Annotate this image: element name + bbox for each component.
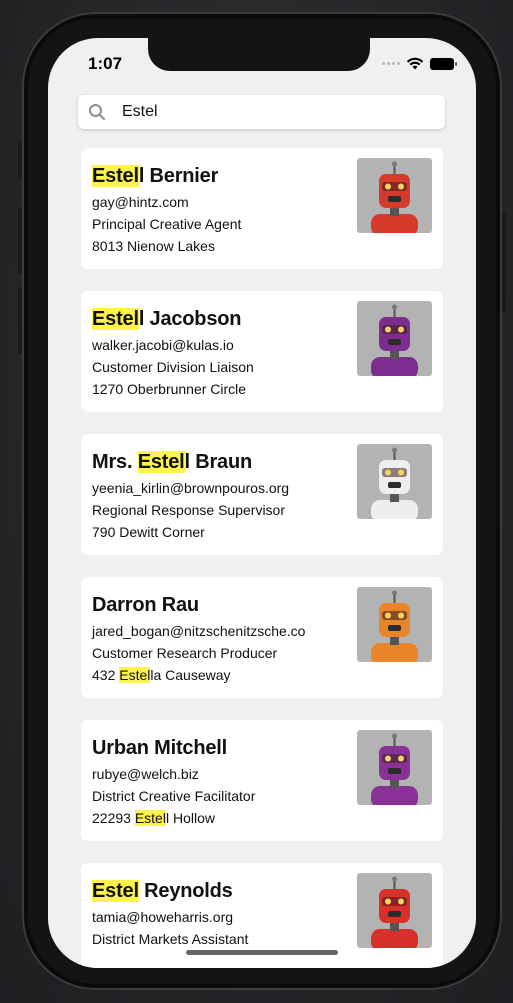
contact-list: Estell Bernier gay@hintz.com Principal C… [81,148,443,968]
contact-text: l Bernier [138,165,219,187]
contact-address: 8013 Nienow Lakes [92,235,241,257]
contact-card[interactable]: Urban Mitchell rubye@welch.biz District … [81,720,443,841]
search-match-highlight: Estel [119,667,151,683]
contact-card[interactable]: Darron Rau jared_bogan@nitzschenitzsche.… [81,577,443,698]
contact-job-title: District Markets Assistant [92,928,248,950]
contact-card[interactable]: Estell Jacobson walker.jacobi@kulas.io C… [81,291,443,412]
contact-text: la Causeway [150,667,231,683]
contact-name: Urban Mitchell [92,734,255,763]
contact-text: 1270 Oberbrunner Circle [92,381,247,397]
orange-robot-icon [371,590,418,662]
contact-text: Principal Creative Agent [92,216,242,232]
purple-robot-icon [371,733,418,805]
contact-text: Darron Rau [92,594,199,616]
search-match-highlight: Estel [134,810,166,826]
contact-avatar [357,444,432,519]
contact-text: gay@hintz.com [92,194,189,210]
contact-text: Regional Response Supervisor [92,502,285,518]
contact-text: 790 Dewitt Corner [92,524,205,540]
white-robot-icon [371,447,418,519]
contact-avatar [357,301,432,376]
cellular-signal-icon [382,62,400,65]
contact-text: Urban Mitchell [92,737,227,759]
contact-text: Customer Research Producer [92,645,278,661]
contact-name: Estel Reynolds [92,877,248,906]
contact-text: 22293 [92,810,135,826]
contact-email: jared_bogan@nitzschenitzsche.co [92,620,305,642]
search-icon [89,104,105,120]
contact-name: Mrs. Estell Braun [92,448,289,477]
contact-text: l Braun [184,451,253,473]
contact-text: Mrs. [92,451,138,473]
contact-address: 1270 Oberbrunner Circle [92,378,254,400]
power-button [502,212,506,312]
status-time: 1:07 [88,54,123,73]
contact-address: 22293 Estell Hollow [92,807,255,829]
contact-email: tamia@howeharris.org [92,906,248,928]
contact-text: jared_bogan@nitzschenitzsche.co [92,623,306,639]
contact-card[interactable]: Mrs. Estell Braun yeenia_kirlin@brownpou… [81,434,443,555]
contact-avatar [357,587,432,662]
status-icons [382,57,457,70]
contact-email: yeenia_kirlin@brownpouros.org [92,477,289,499]
contact-avatar [357,730,432,805]
contact-job-title: Regional Response Supervisor [92,499,289,521]
search-input[interactable] [122,103,422,121]
volume-down-button [18,288,22,354]
contact-address: 432 Estella Causeway [92,664,305,686]
mute-switch [18,142,22,178]
search-match-highlight: Estel [92,308,139,330]
contact-text: yeenia_kirlin@brownpouros.org [92,480,290,496]
contact-text: 432 [92,667,120,683]
contact-job-title: Customer Division Liaison [92,356,254,378]
contact-name: Darron Rau [92,591,305,620]
contact-job-title: District Creative Facilitator [92,785,255,807]
search-match-highlight: Estel [137,451,185,473]
app-screen: 1:07 Estell Bernier gay@hintz.com Princi… [48,38,476,968]
contact-address: 790 Dewitt Corner [92,521,289,543]
contact-email: gay@hintz.com [92,191,241,213]
contact-email: rubye@welch.biz [92,763,255,785]
search-match-highlight: Estel [92,165,139,187]
contact-text: l Hollow [165,810,215,826]
contact-text: rubye@welch.biz [92,766,199,782]
contact-text: l Jacobson [138,308,242,330]
contact-card[interactable]: Estell Bernier gay@hintz.com Principal C… [81,148,443,269]
wifi-icon [406,57,424,70]
purple-robot-icon [371,304,418,376]
contact-text: 8013 Nienow Lakes [92,238,215,254]
contact-name: Estell Bernier [92,162,241,191]
volume-up-button [18,208,22,274]
contact-job-title: Principal Creative Agent [92,213,241,235]
home-indicator [186,950,338,955]
battery-icon [430,57,457,70]
search-match-highlight: Estel [92,880,139,902]
contact-avatar [357,873,432,948]
contact-text: Reynolds [138,880,233,902]
search-bar[interactable] [78,95,445,129]
contact-text: tamia@howeharris.org [92,909,234,925]
contact-name: Estell Jacobson [92,305,254,334]
contact-text: District Markets Assistant [92,931,249,947]
notch [148,38,370,71]
contact-email: walker.jacobi@kulas.io [92,334,254,356]
red-robot-icon [371,876,418,948]
red-robot-icon [371,161,418,233]
contact-text: District Creative Facilitator [92,788,256,804]
contact-text: Customer Division Liaison [92,359,254,375]
contact-text: walker.jacobi@kulas.io [92,337,234,353]
contact-avatar [357,158,432,233]
contact-job-title: Customer Research Producer [92,642,305,664]
